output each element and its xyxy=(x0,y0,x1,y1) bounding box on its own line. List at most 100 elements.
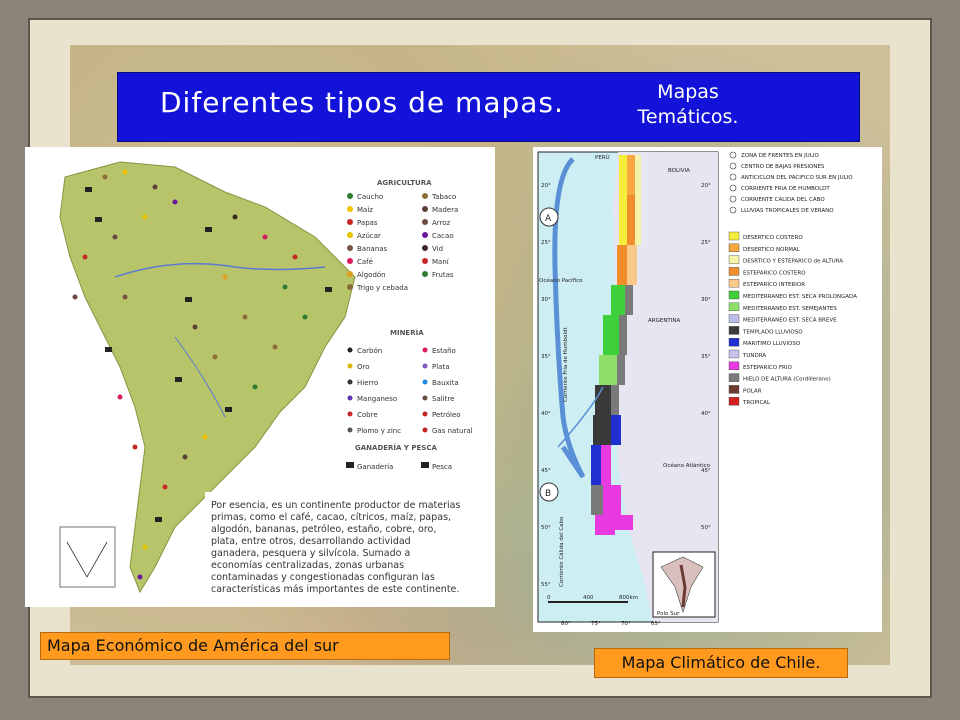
resource-icon xyxy=(142,544,148,550)
climate-zone xyxy=(611,285,625,315)
climate-zone xyxy=(611,415,621,445)
climate-map-chile: A B PERÚ BOLIVIA ARGENTINA Océano Pacífi… xyxy=(533,147,882,632)
top-legend-label: CORRIENTE CALIDA DEL CABO xyxy=(741,197,825,203)
legend-label: Vid xyxy=(432,245,443,253)
climate-label: DESERTICO COSTERO xyxy=(743,235,803,241)
legend-symbol-icon xyxy=(422,245,428,251)
climate-zone xyxy=(603,485,621,515)
lon-label: 75° xyxy=(591,621,601,627)
legend-symbol-icon xyxy=(422,206,428,212)
legend-symbol-icon xyxy=(422,379,428,385)
lat-label: 25° xyxy=(701,240,711,246)
legend-label: Maíz xyxy=(357,206,373,214)
lon-label: 65° xyxy=(651,621,661,627)
climate-zone xyxy=(601,445,611,485)
lat-label: 35° xyxy=(541,354,551,360)
legend-label: Manganeso xyxy=(357,395,397,403)
legend-symbol-icon xyxy=(729,162,737,170)
resource-icon xyxy=(117,394,123,400)
legend-symbol-icon xyxy=(422,427,428,433)
legend-label: Bauxita xyxy=(432,379,459,387)
climate-swatch xyxy=(728,373,740,382)
climate-zone xyxy=(625,285,633,315)
lat-label: 35° xyxy=(701,354,711,360)
lat-label: 25° xyxy=(541,240,551,246)
lat-label: 45° xyxy=(701,468,711,474)
legend-symbol-icon xyxy=(422,258,428,264)
climate-label: POLAR xyxy=(743,388,762,394)
legend-symbol-icon xyxy=(347,347,353,353)
legend-label: Carbón xyxy=(357,347,382,355)
legend-label: Pesca xyxy=(432,463,452,471)
legend-label: Papas xyxy=(357,219,378,227)
legend-symbol-icon xyxy=(421,462,429,468)
label-corriente-humboldt: Corriente Fría de Humboldt xyxy=(562,327,569,402)
legend-label: Bananas xyxy=(357,245,388,253)
legend-symbol-icon xyxy=(729,173,737,181)
climate-label: TROPICAL xyxy=(742,400,771,406)
label-peru: PERÚ xyxy=(595,154,610,161)
economic-map-graphic: AGRICULTURA Caucho Tabaco Maíz Madera Papas A… xyxy=(25,147,495,607)
lat-label: 40° xyxy=(541,411,551,417)
label-bolivia: BOLIVIA xyxy=(668,168,690,174)
subtitle-line-1: Mapas xyxy=(657,81,719,103)
climate-swatch xyxy=(728,267,740,276)
legend-label: Café xyxy=(357,258,373,266)
climate-zone xyxy=(627,245,637,285)
legend-symbol-icon xyxy=(422,363,428,369)
lat-label: 45° xyxy=(541,468,551,474)
resource-icon xyxy=(122,169,128,175)
climate-label: DESRTICO Y ESTEPARICO de ALTURA xyxy=(743,259,843,265)
legend-symbol-icon xyxy=(422,193,428,199)
legend-symbol-icon xyxy=(729,151,737,159)
top-legend-label: CENTRO DE BAJAS PRESIONES xyxy=(741,164,825,170)
climate-swatch xyxy=(728,385,740,394)
top-legend-label: LLUVIAS TROPICALES DE VERANO xyxy=(741,208,834,214)
resource-icon xyxy=(272,344,278,350)
legend-label: Ganadería xyxy=(357,463,393,471)
lat-label: 50° xyxy=(541,525,551,531)
resource-icon xyxy=(262,234,268,240)
climate-zone xyxy=(595,515,615,535)
resource-icon xyxy=(302,314,308,320)
climate-label: MARITIMO LLUVIOSO xyxy=(743,341,801,347)
resource-icon xyxy=(182,454,188,460)
resource-icon xyxy=(222,274,228,280)
cattle-icon xyxy=(205,227,212,232)
legend-label: Plomo y zinc xyxy=(357,427,401,435)
legend-label: Estaño xyxy=(432,347,456,355)
lat-label: 50° xyxy=(701,525,711,531)
legend-symbol-icon xyxy=(347,411,353,417)
legend-symbol-icon xyxy=(347,219,353,225)
climate-zone xyxy=(591,445,601,485)
climate-swatch xyxy=(728,396,740,406)
climate-swatch xyxy=(728,290,740,300)
marker-b: B xyxy=(545,489,551,499)
climate-zone xyxy=(615,515,633,530)
legend-label: Petróleo xyxy=(432,411,461,419)
resource-icon xyxy=(122,294,128,300)
description-line: algodón, bananas, petróleo, estaño, cobr… xyxy=(211,524,436,535)
description-line: características más importantes de este … xyxy=(211,584,459,595)
legend-symbol-icon xyxy=(347,271,353,277)
legend-label: Gas natural xyxy=(432,427,473,435)
cattle-icon xyxy=(175,377,182,382)
legend-label: Madera xyxy=(432,206,458,214)
resource-icon xyxy=(172,199,178,205)
resource-icon xyxy=(242,314,248,320)
climate-zone xyxy=(591,485,603,515)
climate-zone xyxy=(619,155,627,195)
legend-label: Cacao xyxy=(432,232,454,240)
legend-symbol-icon xyxy=(347,258,353,264)
resource-icon xyxy=(292,254,298,260)
climate-label: ESTEPARICO INTERIOR xyxy=(743,282,805,288)
legend-label: Trigo y cebada xyxy=(356,284,408,292)
climate-zone xyxy=(627,195,635,245)
climate-label: MEDITERRANEO EST. SECA BREVE xyxy=(743,318,837,324)
legend-symbol-icon xyxy=(729,184,737,192)
scale-label: 800km xyxy=(619,595,638,601)
climate-swatch xyxy=(728,337,740,347)
resource-icon xyxy=(252,384,258,390)
legend-symbol-icon xyxy=(347,206,353,212)
resource-icon xyxy=(102,174,108,180)
